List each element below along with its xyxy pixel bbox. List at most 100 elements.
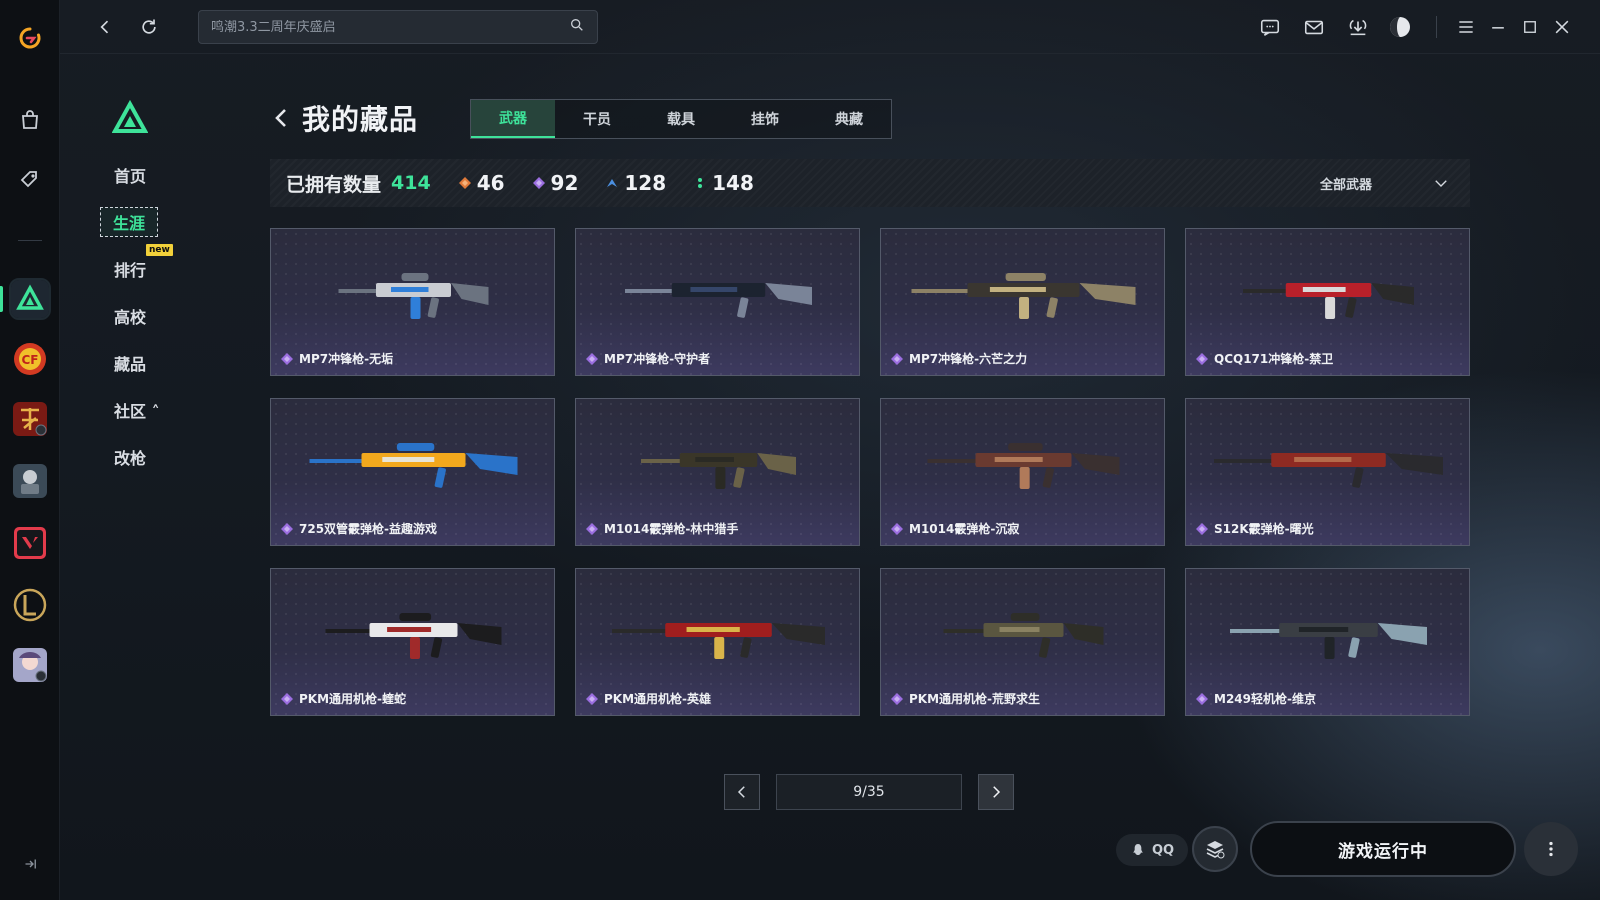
blue-chevron-icon: [607, 179, 618, 187]
game-wuxia-icon[interactable]: [11, 400, 49, 438]
weapon-skin-image: [625, 283, 812, 318]
qq-label: QQ: [1151, 842, 1175, 858]
collection-item-card[interactable]: PKM通用机枪-荒野求生: [880, 568, 1165, 716]
sidebar-item-ranking[interactable]: 排行: [100, 254, 220, 284]
game-league-icon[interactable]: [11, 586, 49, 624]
item-caption: QCQ171冲锋枪-禁卫: [1196, 350, 1333, 367]
collection-item-card[interactable]: 725双管霰弹枪-益趣游戏: [270, 398, 555, 546]
page-indicator: 9/35: [776, 774, 962, 810]
prev-page-button[interactable]: [724, 774, 760, 810]
item-name: PKM通用机枪-英雄: [604, 692, 712, 706]
item-caption: MP7冲锋枪-六芒之力: [891, 350, 1027, 367]
purple-diamond-icon: [891, 692, 903, 705]
game-delta-force-icon[interactable]: [9, 278, 51, 320]
sidebar-item-gunsmith[interactable]: 改枪: [100, 442, 220, 472]
game-running-button[interactable]: 游戏运行中: [1250, 821, 1516, 877]
collection-item-card[interactable]: M249轻机枪-维京: [1185, 568, 1470, 716]
page-header: 我的藏品: [270, 98, 418, 138]
expand-rail-icon[interactable]: [18, 852, 42, 876]
rail-active-indicator: [0, 286, 3, 312]
chevron-right-icon: [993, 786, 1001, 798]
item-name: M1014霰弹枪-沉寂: [909, 522, 1020, 536]
weapon-filter-dropdown[interactable]: 全部武器: [1320, 171, 1450, 195]
collection-item-card[interactable]: MP7冲锋枪-守护者: [575, 228, 860, 376]
purple-diamond-icon: [1196, 692, 1208, 705]
maximize-icon[interactable]: [1518, 15, 1542, 39]
game-anime-icon[interactable]: [11, 646, 49, 684]
tab-classics[interactable]: 典藏: [807, 100, 891, 138]
sidebar-item-career[interactable]: 生涯: [100, 207, 158, 237]
weapon-skin-image: [338, 273, 489, 319]
search-icon[interactable]: [569, 17, 585, 37]
tab-vehicles[interactable]: 载具: [639, 100, 723, 138]
weapon-skin-image: [612, 623, 825, 659]
item-caption: MP7冲锋枪-守护者: [586, 350, 710, 367]
sidebar-item-school[interactable]: 高校: [100, 301, 220, 331]
collection-item-card[interactable]: M1014霰弹枪-林中猎手: [575, 398, 860, 546]
game-pubg-icon[interactable]: [11, 462, 49, 500]
store-bag-icon[interactable]: [10, 100, 50, 140]
collection-item-card[interactable]: MP7冲锋枪-六芒之力: [880, 228, 1165, 376]
collection-stats: 已拥有数量 414 46 92 128 148 全部武器: [270, 159, 1470, 207]
sidebar-item-community[interactable]: 社区 ˄: [100, 395, 220, 425]
sidebar-item-label: 藏品: [114, 355, 147, 374]
item-caption: M1014霰弹枪-林中猎手: [586, 520, 738, 537]
tier-stat-purple: 92: [532, 171, 578, 195]
sidebar-item-label: 改枪: [114, 449, 147, 468]
avatar-icon[interactable]: [1388, 15, 1412, 39]
owned-label: 已拥有数量: [286, 173, 382, 196]
tab-weapons[interactable]: 武器: [471, 100, 555, 138]
sidebar-item-home[interactable]: 首页: [100, 160, 220, 190]
sidebar-item-label: 排行: [114, 261, 147, 280]
close-icon[interactable]: [1550, 15, 1574, 39]
back-arrow-icon[interactable]: [270, 106, 294, 130]
green-dots-icon: [698, 178, 703, 188]
search-input[interactable]: [211, 19, 569, 35]
app-logo-icon[interactable]: [10, 18, 50, 58]
collection-item-card[interactable]: M1014霰弹枪-沉寂: [880, 398, 1165, 546]
chevron-left-icon: [737, 786, 745, 798]
item-caption: M1014霰弹枪-沉寂: [891, 520, 1019, 537]
rail-divider: [18, 240, 42, 241]
game-valorant-icon[interactable]: [11, 524, 49, 562]
item-name: MP7冲锋枪-六芒之力: [909, 352, 1028, 366]
collection-item-card[interactable]: MP7冲锋枪-无垢: [270, 228, 555, 376]
qq-penguin-icon: [1133, 844, 1143, 855]
collection-item-card[interactable]: QCQ171冲锋枪-禁卫: [1185, 228, 1470, 376]
item-caption: PKM通用机枪-英雄: [586, 690, 711, 707]
next-page-button[interactable]: [978, 774, 1014, 810]
download-icon[interactable]: [1346, 15, 1370, 39]
purple-diamond-icon: [281, 692, 293, 705]
tier-count: 46: [476, 171, 505, 195]
page-title: 我的藏品: [302, 103, 419, 136]
item-name: PKM通用机枪-荒野求生: [909, 692, 1041, 706]
item-name: MP7冲锋枪-无垢: [299, 352, 394, 366]
menu-icon[interactable]: [1454, 15, 1478, 39]
more-options-button[interactable]: [1524, 822, 1578, 876]
purple-diamond-icon: [532, 177, 545, 189]
overlay-toggle-button[interactable]: [1192, 826, 1238, 872]
sidebar-item-label: 社区 ˄: [114, 402, 160, 421]
collection-item-card[interactable]: PKM通用机枪-蝰蛇: [270, 568, 555, 716]
chat-icon[interactable]: [1258, 15, 1282, 39]
collection-item-card[interactable]: S12K霰弹枪-曙光: [1185, 398, 1470, 546]
purple-diamond-icon: [891, 352, 903, 365]
item-caption: MP7冲锋枪-无垢: [281, 350, 393, 367]
item-caption: M249轻机枪-维京: [1196, 690, 1316, 707]
sidebar-item-collection[interactable]: 藏品: [100, 348, 220, 378]
tab-operators[interactable]: 干员: [555, 100, 639, 138]
item-name: PKM通用机枪-蝰蛇: [299, 692, 407, 706]
tag-icon[interactable]: [10, 160, 50, 200]
tab-charms[interactable]: 挂饰: [723, 100, 807, 138]
minimize-icon[interactable]: [1486, 15, 1510, 39]
collection-item-card[interactable]: PKM通用机枪-英雄: [575, 568, 860, 716]
orange-diamond-icon: [458, 177, 471, 189]
refresh-icon[interactable]: [136, 14, 162, 40]
back-nav-icon[interactable]: [92, 14, 118, 40]
mail-icon[interactable]: [1302, 15, 1326, 39]
game-crossfire-icon[interactable]: CF: [11, 340, 49, 378]
qq-login-button[interactable]: QQ: [1116, 834, 1188, 866]
weapon-skin-image: [325, 613, 502, 659]
layers-icon: [1206, 841, 1225, 859]
weapon-skin-image: [1214, 453, 1443, 488]
